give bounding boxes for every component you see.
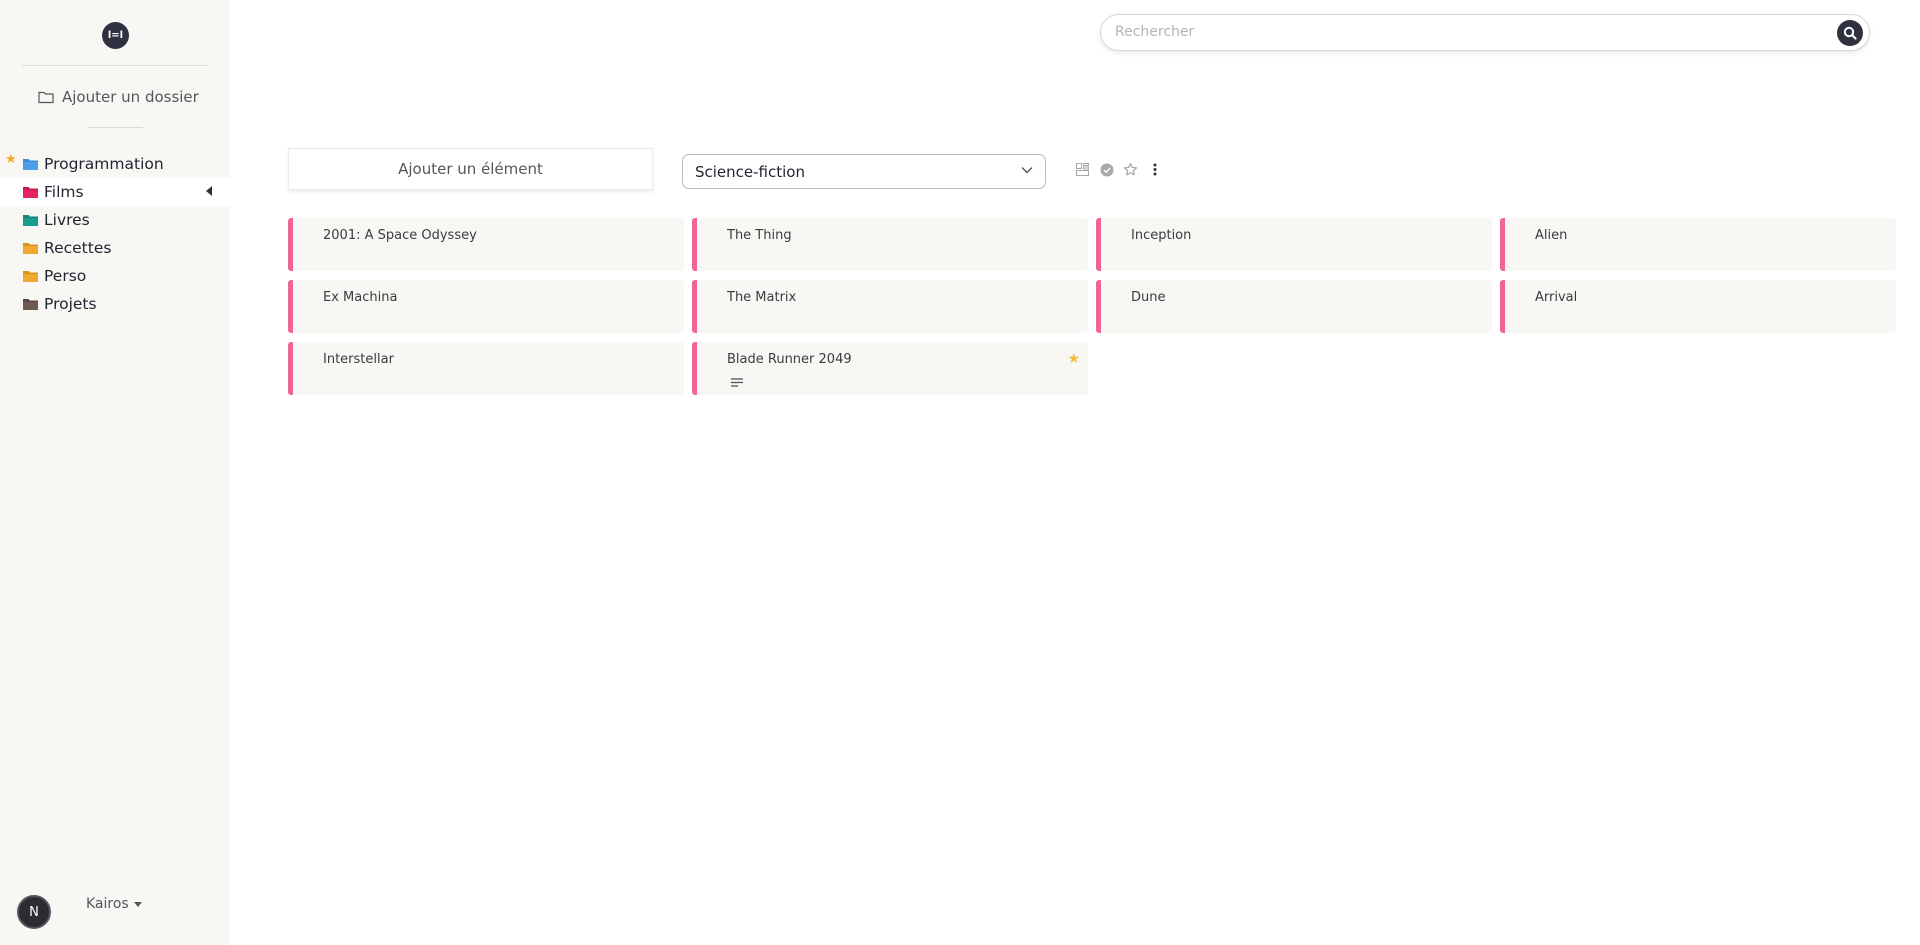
category-select-value: Science-fiction: [695, 162, 805, 181]
add-folder-button[interactable]: Ajouter un dossier: [38, 88, 199, 106]
sidebar-item-label: Projets: [44, 295, 97, 313]
folder-icon: [23, 159, 38, 170]
star-icon: ★: [1067, 351, 1080, 367]
favorite-filter-button[interactable]: [1123, 162, 1138, 177]
folder-list: ★ Programmation Films Livres Recettes Pe…: [0, 150, 230, 318]
sidebar-item-projets[interactable]: Projets: [0, 290, 230, 318]
grid-view-button[interactable]: [1075, 162, 1090, 177]
item-card[interactable]: The Matrix: [692, 280, 1088, 333]
item-title: Alien: [1535, 228, 1568, 243]
item-title: Inception: [1131, 228, 1192, 243]
folder-icon: [23, 243, 38, 254]
add-folder-label: Ajouter un dossier: [62, 88, 199, 106]
search-input[interactable]: [1115, 24, 1815, 40]
view-tools: [1075, 162, 1162, 177]
avatar[interactable]: N: [17, 895, 51, 929]
sidebar-item-programmation[interactable]: ★ Programmation: [0, 150, 230, 178]
item-title: Dune: [1131, 290, 1166, 305]
star-icon: ★: [5, 152, 17, 167]
username-label: Kairos: [86, 896, 129, 912]
category-select[interactable]: Science-fiction: [682, 154, 1046, 189]
folder-icon: [23, 271, 38, 282]
user-menu-button[interactable]: Kairos: [86, 896, 142, 912]
search-button[interactable]: [1837, 20, 1863, 46]
item-card[interactable]: 2001: A Space Odyssey: [288, 218, 684, 271]
item-title: Blade Runner 2049: [727, 352, 852, 367]
more-options-button[interactable]: [1147, 162, 1162, 177]
check-circle-icon: [1100, 163, 1113, 176]
folder-icon: [23, 215, 38, 226]
sidebar-item-label: Perso: [44, 267, 87, 285]
note-icon: [731, 378, 743, 387]
sidebar: l=l Ajouter un dossier ★ Programmation F…: [0, 0, 230, 945]
item-card[interactable]: Arrival: [1500, 280, 1896, 333]
item-title: Interstellar: [323, 352, 394, 367]
divider: [22, 65, 209, 66]
search-icon: [1843, 26, 1857, 40]
sidebar-item-label: Films: [44, 183, 84, 201]
collapse-arrow-icon[interactable]: [206, 186, 212, 196]
item-card[interactable]: Blade Runner 2049 ★: [692, 342, 1088, 395]
grid-icon: [1076, 163, 1089, 176]
folder-outline-icon: [38, 91, 54, 104]
item-card[interactable]: Interstellar: [288, 342, 684, 395]
item-title: Ex Machina: [323, 290, 398, 305]
sidebar-item-perso[interactable]: Perso: [0, 262, 230, 290]
item-card[interactable]: Dune: [1096, 280, 1492, 333]
item-card[interactable]: Alien: [1500, 218, 1896, 271]
sidebar-item-label: Programmation: [44, 155, 164, 173]
star-outline-icon: [1123, 162, 1138, 176]
divider: [88, 127, 143, 128]
item-card[interactable]: Ex Machina: [288, 280, 684, 333]
app-logo[interactable]: l=l: [102, 22, 129, 49]
caret-down-icon: [133, 901, 142, 907]
search-bar: [1100, 14, 1870, 51]
chevron-down-icon: [1021, 167, 1033, 174]
item-card[interactable]: The Thing: [692, 218, 1088, 271]
item-title: 2001: A Space Odyssey: [323, 228, 477, 243]
sidebar-item-recettes[interactable]: Recettes: [0, 234, 230, 262]
item-title: The Thing: [727, 228, 792, 243]
sidebar-item-label: Recettes: [44, 239, 112, 257]
item-title: Arrival: [1535, 290, 1578, 305]
sidebar-item-livres[interactable]: Livres: [0, 206, 230, 234]
item-card[interactable]: Inception: [1096, 218, 1492, 271]
folder-icon: [23, 187, 38, 198]
kebab-menu-icon: [1153, 163, 1156, 176]
completed-filter-button[interactable]: [1099, 162, 1114, 177]
sidebar-item-label: Livres: [44, 211, 90, 229]
folder-icon: [23, 299, 38, 310]
item-title: The Matrix: [727, 290, 797, 305]
add-item-button[interactable]: Ajouter un élément: [288, 148, 653, 190]
items-grid: 2001: A Space Odyssey The Thing Inceptio…: [288, 218, 1896, 395]
sidebar-item-films[interactable]: Films: [0, 178, 230, 206]
